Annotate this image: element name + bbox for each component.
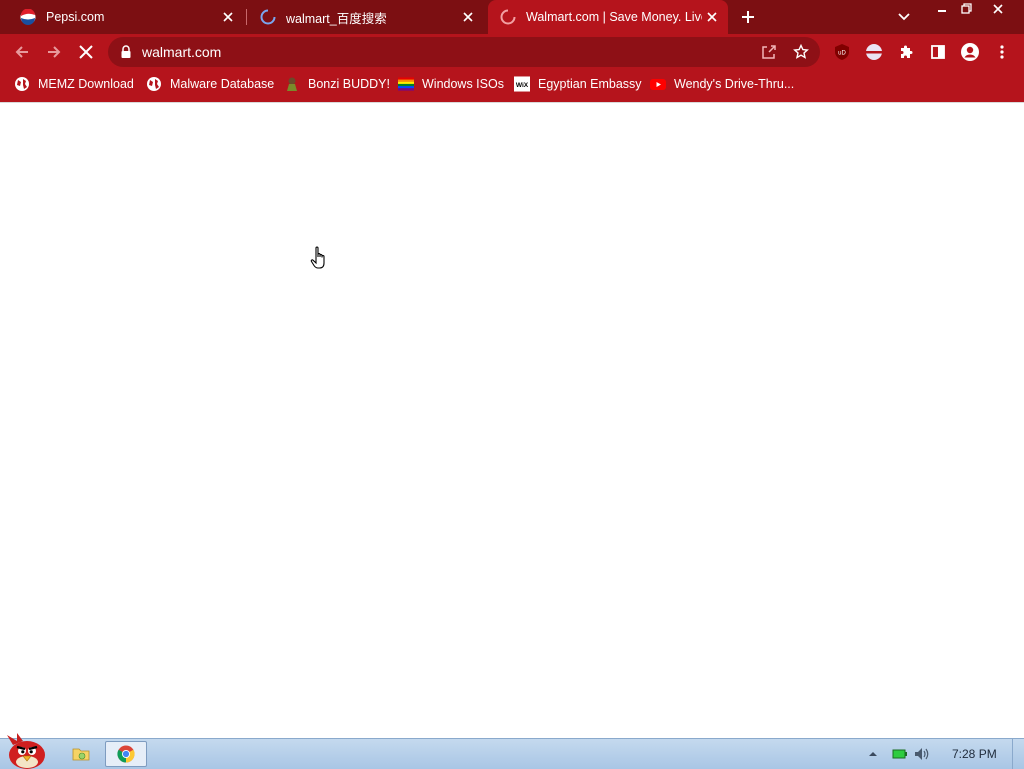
chrome-icon: [117, 745, 135, 763]
close-icon: [79, 45, 93, 59]
ublock-origin-extension-button[interactable]: uD: [828, 38, 856, 66]
stop-loading-button[interactable]: [72, 38, 100, 66]
show-desktop-button[interactable]: [1012, 739, 1024, 769]
start-button[interactable]: [2, 731, 52, 769]
web-page-content[interactable]: [0, 103, 1024, 738]
avatar-icon: [961, 43, 979, 61]
loading-spinner-icon: [260, 9, 276, 25]
bookmarks-bar: MEMZ Download Malware Database Bonzi BUD…: [0, 70, 1024, 102]
profile-circle-icon: [866, 44, 882, 60]
bookmark-egyptian-embassy[interactable]: WiX Egyptian Embassy: [514, 70, 642, 98]
arrow-right-icon: [48, 46, 61, 58]
taskbar: 7:28 PM: [0, 733, 1024, 769]
minimize-button[interactable]: [930, 0, 954, 17]
tab-title: Walmart.com | Save Money. Live: [526, 10, 702, 24]
share-icon[interactable]: [758, 41, 780, 63]
profile-button[interactable]: [956, 38, 984, 66]
back-button[interactable]: [8, 38, 36, 66]
bookmark-wendys-drive-thru[interactable]: Wendy's Drive-Thru...: [650, 70, 794, 98]
angry-bird-start-icon: [7, 733, 45, 769]
folder-icon: [72, 748, 90, 761]
taskbar-clock[interactable]: 7:28 PM: [952, 747, 997, 761]
chrome-taskbar-button[interactable]: [105, 741, 147, 767]
side-panel-icon: [931, 45, 945, 59]
bookmark-label: Windows ISOs: [422, 77, 504, 91]
lock-icon[interactable]: [120, 45, 132, 59]
hand-pointer-cursor-icon: [310, 246, 325, 269]
new-tab-button[interactable]: [736, 5, 760, 29]
forward-button[interactable]: [40, 38, 68, 66]
restore-button[interactable]: [954, 0, 978, 17]
close-window-button[interactable]: [984, 0, 1012, 17]
bookmark-star-icon[interactable]: [790, 41, 812, 63]
volume-tray-icon[interactable]: [914, 739, 930, 769]
close-icon: [993, 3, 1003, 14]
globe-icon: [14, 76, 30, 92]
close-tab-icon[interactable]: [218, 7, 238, 27]
loading-spinner-icon: [500, 9, 516, 25]
tab-search-button[interactable]: [892, 5, 916, 29]
bookmark-label: MEMZ Download: [38, 77, 134, 91]
bookmark-label: Bonzi BUDDY!: [308, 77, 390, 91]
close-tab-icon[interactable]: [458, 7, 478, 27]
close-tab-icon[interactable]: [702, 7, 722, 27]
show-hidden-icons-button[interactable]: [868, 739, 878, 769]
tab-strip: Pepsi.com walmart_百度搜索 Walmart.com | Sav…: [0, 0, 1024, 34]
chrome-menu-button[interactable]: [988, 38, 1016, 66]
bookmark-label: Egyptian Embassy: [538, 77, 642, 91]
address-bar[interactable]: walmart.com: [108, 37, 820, 67]
restore-icon: [960, 3, 972, 14]
kebab-menu-icon: [1000, 45, 1004, 59]
bookmark-label: Wendy's Drive-Thru...: [674, 77, 795, 91]
bonzi-icon: [284, 76, 300, 92]
bookmark-memz-download[interactable]: MEMZ Download: [14, 70, 134, 98]
tab-pepsi[interactable]: Pepsi.com: [8, 0, 244, 34]
tab-separator: [246, 9, 247, 25]
puzzle-piece-icon: [901, 45, 913, 58]
pepsi-icon: [20, 9, 36, 25]
address-bar-url[interactable]: walmart.com: [142, 44, 221, 60]
file-explorer-button[interactable]: [70, 741, 92, 767]
bookmark-label: Malware Database: [170, 77, 275, 91]
browser-toolbar: walmart.com uD: [0, 34, 1024, 70]
svg-text:WiX: WiX: [516, 82, 529, 89]
tab-baidu-search[interactable]: walmart_百度搜索: [248, 0, 484, 34]
speaker-icon: [915, 748, 929, 760]
bookmark-malware-database[interactable]: Malware Database: [146, 70, 274, 98]
side-panel-button[interactable]: [924, 38, 952, 66]
chevron-up-icon: [869, 752, 877, 756]
bookmark-bonzi-buddy[interactable]: Bonzi BUDDY!: [284, 70, 390, 98]
svg-text:uD: uD: [838, 51, 846, 57]
arrow-left-icon: [15, 46, 28, 58]
globe-icon: [146, 76, 162, 92]
rainbow-flag-icon: [398, 76, 414, 92]
battery-icon: [892, 749, 907, 759]
plus-icon: [742, 11, 754, 23]
extension-button[interactable]: [860, 38, 888, 66]
extensions-button[interactable]: [892, 38, 920, 66]
tab-title: walmart_百度搜索: [286, 11, 387, 26]
battery-tray-icon[interactable]: [892, 739, 908, 769]
wix-icon: WiX: [514, 76, 530, 92]
minimize-icon: [938, 9, 946, 12]
ublock-icon: uD: [835, 44, 849, 60]
chevron-down-icon: [898, 13, 910, 21]
tab-walmart-active[interactable]: Walmart.com | Save Money. Live: [488, 0, 728, 34]
tab-title: Pepsi.com: [46, 10, 105, 24]
bookmark-windows-isos[interactable]: Windows ISOs: [398, 70, 504, 98]
youtube-icon: [650, 76, 666, 92]
